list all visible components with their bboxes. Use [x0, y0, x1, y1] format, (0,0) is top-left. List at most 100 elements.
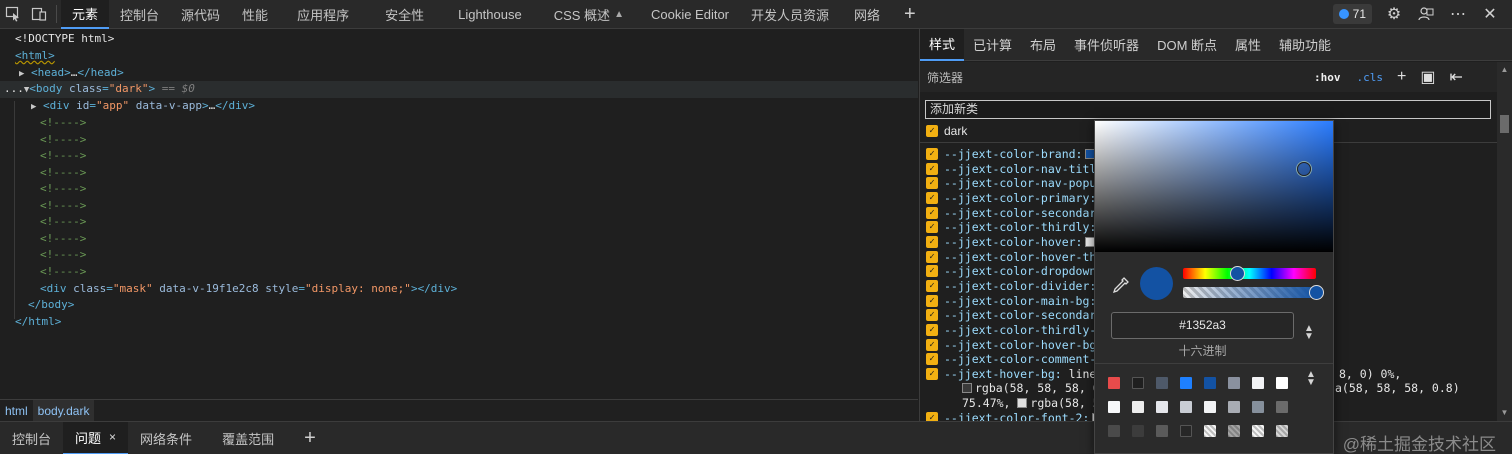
inspect-icon[interactable] — [0, 0, 26, 29]
style-property[interactable]: ✓ --jjext-color-thirdly-b — [926, 322, 1103, 337]
comment-node[interactable]: <!----> — [0, 231, 918, 248]
tab-computed[interactable]: 已计算 — [964, 29, 1021, 61]
tab-performance[interactable]: 性能 — [231, 0, 279, 29]
checkbox[interactable]: ✓ — [926, 124, 938, 137]
body-close-node[interactable]: </body> — [0, 297, 918, 314]
checkbox[interactable]: ✓ — [926, 352, 938, 365]
palette-swatch[interactable] — [1276, 425, 1288, 437]
comment-node[interactable]: <!----> — [0, 132, 918, 149]
more-icon[interactable]: ⋯ — [1442, 0, 1474, 29]
style-property[interactable]: ✓ --jjext-color-main-bg: — [926, 293, 1096, 308]
spectrum-handle[interactable] — [1297, 162, 1311, 176]
color-swatch[interactable] — [1017, 397, 1028, 408]
color-spectrum[interactable] — [1095, 121, 1333, 252]
style-property[interactable]: ✓ --jjext-color-primary: — [926, 190, 1096, 205]
checkbox[interactable]: ✓ — [926, 162, 938, 175]
palette-swatch[interactable] — [1252, 425, 1264, 437]
palette-swatch[interactable] — [1108, 377, 1120, 389]
style-property[interactable]: ✓ --jjext-color-hover-bg: — [926, 337, 1103, 352]
palette-swatch[interactable] — [1276, 377, 1288, 389]
palette-swatch[interactable] — [1252, 401, 1264, 413]
checkbox[interactable]: ✓ — [926, 279, 938, 292]
style-property[interactable]: ✓ --jjext-color-nav-popup — [926, 175, 1103, 190]
drawer-tab-issues[interactable]: 问题 × — [63, 421, 129, 454]
color-swatch[interactable] — [962, 382, 972, 393]
tab-developer-resources[interactable]: 开发人员资源 — [740, 0, 840, 29]
palette-swatch[interactable] — [1156, 377, 1168, 389]
checkbox[interactable]: ✓ — [926, 308, 938, 321]
scroll-up-icon[interactable]: ▲ — [1500, 66, 1509, 74]
comment-node[interactable]: <!----> — [0, 181, 918, 198]
palette-swatch[interactable] — [1180, 377, 1192, 389]
cls-toggle[interactable]: .cls — [1357, 71, 1384, 84]
drawer-tab-network-conditions[interactable]: 网络条件 — [128, 422, 204, 454]
hue-slider[interactable] — [1183, 268, 1316, 279]
hex-input[interactable]: #1352a3 — [1111, 312, 1294, 339]
new-rule-icon[interactable]: + — [1397, 68, 1406, 86]
tab-layout[interactable]: 布局 — [1021, 29, 1065, 61]
hue-handle[interactable] — [1230, 266, 1245, 281]
style-property[interactable]: ✓ --jjext-color-secondary — [926, 307, 1103, 322]
checkbox[interactable]: ✓ — [926, 367, 938, 380]
hov-toggle[interactable]: :hov — [1314, 71, 1341, 84]
checkbox[interactable]: ✓ — [926, 220, 938, 233]
body-node[interactable]: ...▼<body class="dark"> == $0 — [0, 81, 918, 98]
settings-icon[interactable]: ⚙ — [1378, 0, 1410, 29]
palette-swatch[interactable] — [1132, 425, 1144, 437]
tab-elements[interactable]: 元素 — [61, 0, 110, 29]
checkbox[interactable]: ✓ — [926, 206, 938, 219]
style-property[interactable]: ✓ --jjext-color-brand: — [926, 146, 1098, 161]
head-node[interactable]: ▶ <head>…</head> — [0, 65, 918, 82]
checkbox[interactable]: ✓ — [926, 235, 938, 248]
styles-scrollbar[interactable]: ▲ ▼ — [1497, 62, 1512, 421]
palette-swatch[interactable] — [1132, 401, 1144, 413]
close-icon[interactable]: ✕ — [1474, 0, 1506, 29]
html-node[interactable]: <html> — [0, 48, 918, 65]
alpha-handle[interactable] — [1309, 285, 1324, 300]
style-property[interactable]: ✓ --jjext-color-divider: — [926, 278, 1096, 293]
style-property[interactable]: ✓ --jjext-color-hover-thi — [926, 249, 1103, 264]
close-tab-icon[interactable]: × — [109, 430, 116, 444]
checkbox[interactable]: ✓ — [926, 338, 938, 351]
palette-swatch[interactable] — [1228, 377, 1240, 389]
palette-swatch[interactable] — [1204, 377, 1216, 389]
palette-swatch[interactable] — [1204, 401, 1216, 413]
palette-swatch[interactable] — [1156, 401, 1168, 413]
tab-dom-breakpoints[interactable]: DOM 断点 — [1148, 29, 1226, 61]
tab-accessibility[interactable]: 辅助功能 — [1270, 29, 1340, 61]
palette-swatch[interactable] — [1180, 401, 1192, 413]
style-property[interactable]: ✓ --jjext-color-dropdown- — [926, 263, 1103, 278]
tab-styles[interactable]: 样式 — [920, 28, 965, 61]
feedback-icon[interactable] — [1410, 0, 1442, 29]
style-property-hover-bg[interactable]: ✓ --jjext-hover-bg: linea — [926, 366, 1103, 381]
palette-swatch[interactable] — [1108, 401, 1120, 413]
tab-cookie-editor[interactable]: Cookie Editor — [640, 0, 740, 29]
comment-node[interactable]: <!----> — [0, 198, 918, 215]
palette-swatch[interactable] — [1108, 425, 1120, 437]
style-property[interactable]: ✓ --jjext-color-hover: — [926, 234, 1098, 249]
paint-icon[interactable]: ▣ — [1420, 67, 1435, 87]
checkbox[interactable]: ✓ — [926, 264, 938, 277]
palette-swatch[interactable] — [1252, 377, 1264, 389]
style-property[interactable]: ✓ --jjext-color-comment-b — [926, 351, 1103, 366]
comment-node[interactable]: <!----> — [0, 115, 918, 132]
tab-sources[interactable]: 源代码 — [170, 0, 231, 29]
expand-icon[interactable]: ▶ — [31, 102, 36, 112]
tab-network[interactable]: 网络 — [840, 0, 894, 29]
doctype-node[interactable]: <!DOCTYPE html> — [0, 31, 918, 48]
mask-div-node[interactable]: <div class="mask" data-v-19f1e2c8 style=… — [0, 281, 918, 298]
expand-icon[interactable]: ▶ — [19, 69, 24, 79]
app-div-node[interactable]: ▶ <div id="app" data-v-app>…</div> — [0, 98, 918, 115]
style-property[interactable]: ✓ --jjext-color-secondary — [926, 205, 1103, 220]
breadcrumb-html[interactable]: html — [0, 400, 33, 422]
palette-swatch[interactable] — [1156, 425, 1168, 437]
eyedropper-icon[interactable] — [1112, 276, 1132, 296]
add-class-input[interactable]: 添加新类 — [925, 100, 1491, 119]
palette-swatch[interactable] — [1204, 425, 1216, 437]
scroll-down-icon[interactable]: ▼ — [1500, 409, 1509, 417]
checkbox[interactable]: ✓ — [926, 323, 938, 336]
checkbox[interactable]: ✓ — [926, 191, 938, 204]
add-tab-icon[interactable]: + — [894, 0, 926, 29]
tab-event-listeners[interactable]: 事件侦听器 — [1065, 29, 1148, 61]
comment-node[interactable]: <!----> — [0, 214, 918, 231]
